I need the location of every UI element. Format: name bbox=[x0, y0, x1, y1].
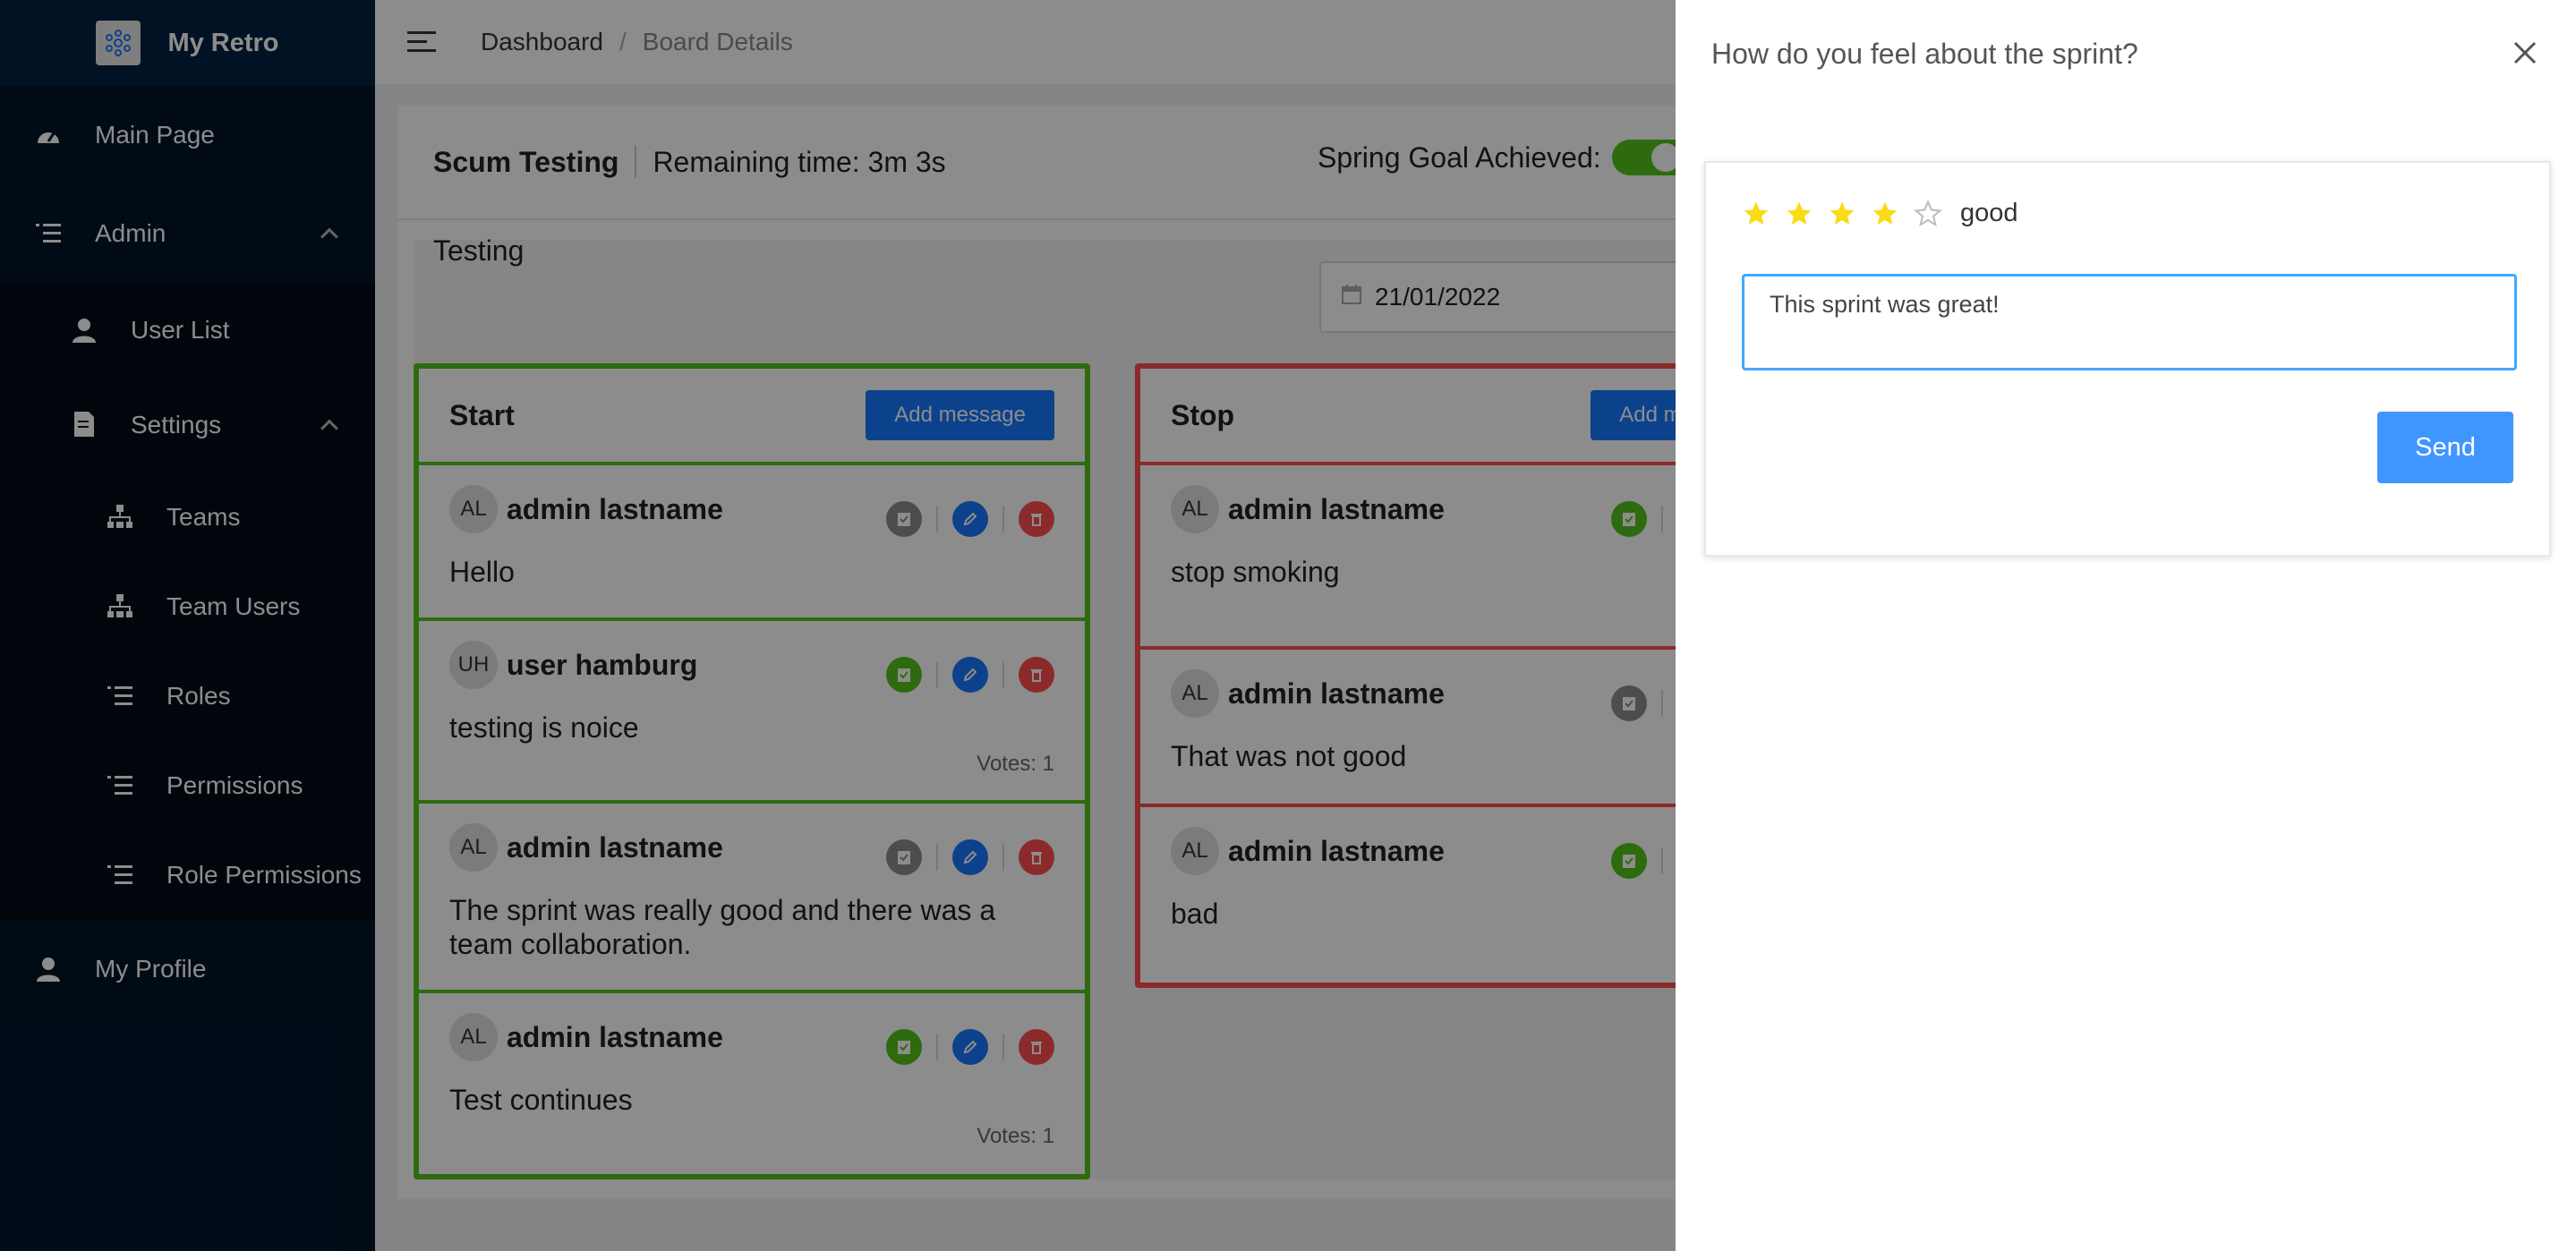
feedback-textarea[interactable]: This sprint was great! bbox=[1742, 274, 2517, 370]
star-icon[interactable] bbox=[1828, 200, 1856, 228]
star-icon[interactable] bbox=[1742, 200, 1770, 228]
star-rating: good bbox=[1742, 199, 2018, 228]
feedback-card: good This sprint was great! Send bbox=[1704, 161, 2551, 557]
star-icon[interactable] bbox=[1785, 200, 1813, 228]
send-button[interactable]: Send bbox=[2377, 412, 2513, 483]
star-outline-icon[interactable] bbox=[1914, 199, 1942, 228]
rating-text: good bbox=[1960, 199, 2018, 227]
feedback-drawer: How do you feel about the sprint? good T… bbox=[1676, 0, 2576, 1251]
drawer-title: How do you feel about the sprint? bbox=[1711, 38, 2138, 70]
star-icon[interactable] bbox=[1871, 200, 1899, 228]
close-icon[interactable] bbox=[2510, 38, 2540, 68]
